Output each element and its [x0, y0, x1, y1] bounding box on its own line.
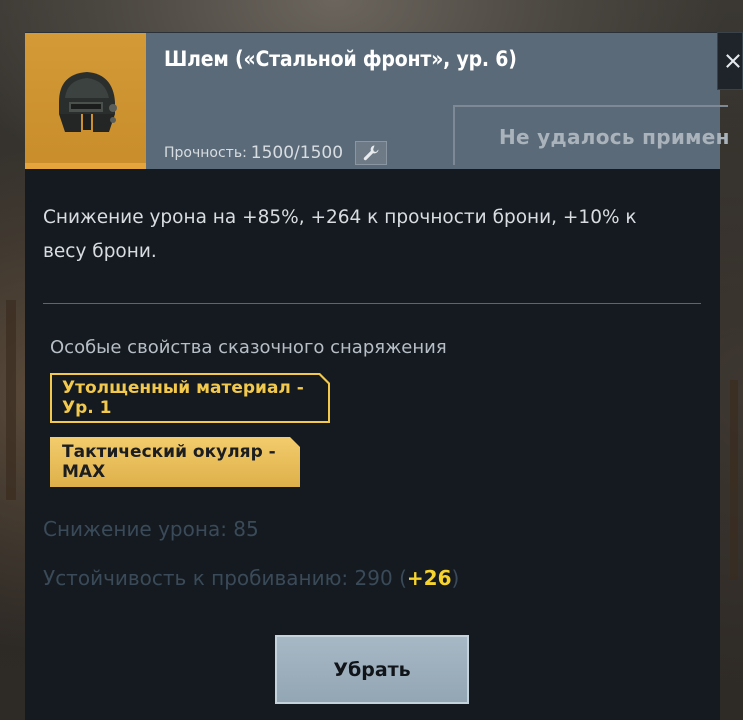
durability-label: Прочность:: [164, 145, 247, 161]
stat-penetration: Устойчивость к пробиванию: 290 (+26): [43, 566, 459, 590]
perk-tag-label: Тактический окуляр - MAX: [62, 442, 276, 482]
background-post: [6, 300, 16, 500]
stat-label: Снижение урона:: [43, 517, 227, 541]
stat-value: 290: [354, 566, 393, 590]
wrench-icon: [363, 145, 379, 161]
item-header: Шлем («Стальной фронт», ур. 6) Прочность…: [25, 33, 728, 169]
background-post: [730, 380, 738, 580]
durability-value: 1500/1500: [250, 143, 344, 163]
stat-value: 85: [233, 517, 259, 541]
perk-tag-material[interactable]: Утолщенный материал - Ур. 1: [50, 373, 330, 423]
item-detail-panel: Шлем («Стальной фронт», ур. 6) Прочность…: [25, 32, 728, 720]
stat-paren-close: ): [451, 566, 460, 590]
durability-row: Прочность: 1500/1500: [164, 141, 388, 165]
divider: [43, 303, 701, 304]
remove-button[interactable]: Убрать: [275, 635, 469, 704]
item-title: Шлем («Стальной фронт», ур. 6): [164, 47, 517, 71]
apply-status-text: Не удалось применит: [499, 125, 728, 149]
item-thumbnail: [25, 33, 146, 169]
helmet-icon: [58, 72, 117, 132]
stat-bonus: +26: [406, 566, 452, 590]
stat-paren-open: (: [399, 566, 407, 590]
perk-tag-label: Утолщенный материал - Ур. 1: [62, 378, 304, 418]
close-button[interactable]: [717, 32, 743, 90]
perk-tag-inner: Утолщенный материал - Ур. 1: [52, 375, 328, 421]
perk-tag-ocular[interactable]: Тактический окуляр - MAX: [50, 437, 300, 487]
item-description: Снижение урона на +85%, +264 к прочности…: [43, 207, 637, 262]
perks-heading: Особые свойства сказочного снаряжения: [50, 337, 447, 358]
close-icon: [726, 54, 740, 68]
repair-button[interactable]: [355, 141, 388, 165]
stat-label: Устойчивость к пробиванию:: [43, 566, 349, 590]
stat-damage-reduction: Снижение урона: 85: [43, 517, 259, 541]
apply-status-box: Не удалось применит: [453, 105, 728, 165]
